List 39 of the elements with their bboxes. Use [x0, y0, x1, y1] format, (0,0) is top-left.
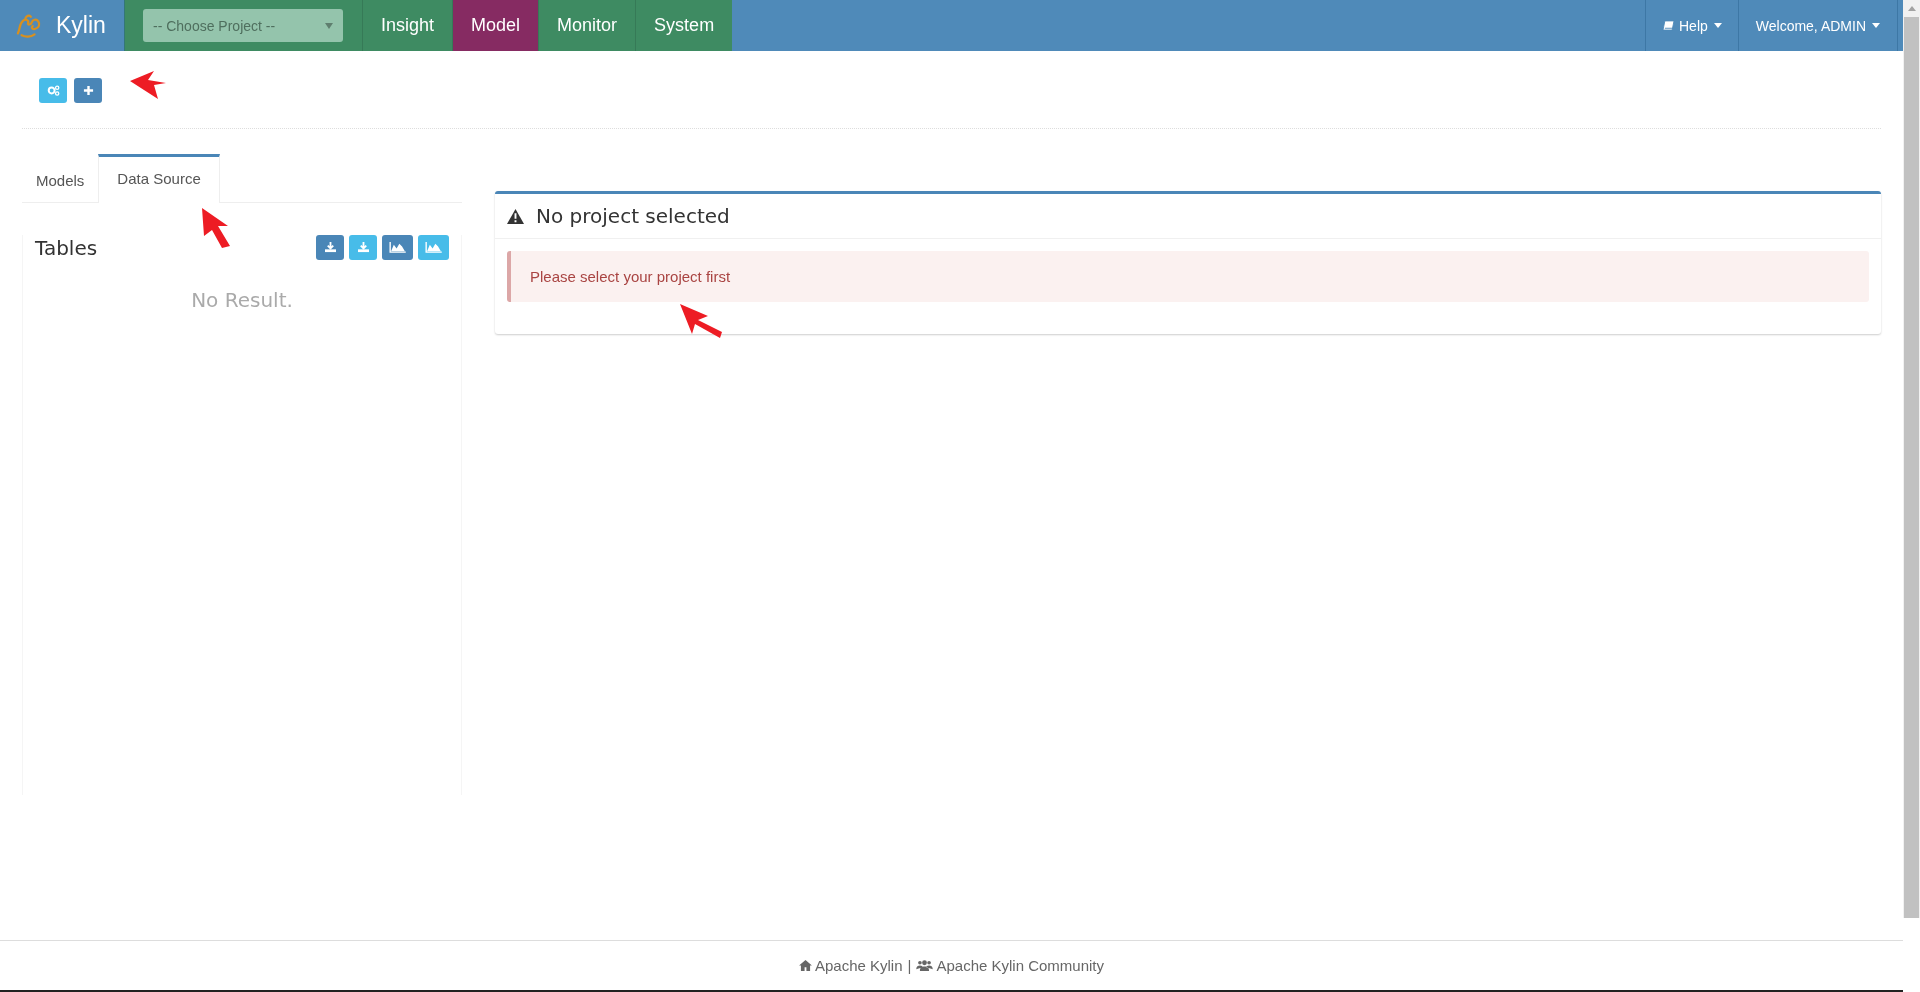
caret-icon: [1872, 23, 1880, 28]
area-chart-icon: [389, 242, 406, 253]
add-button[interactable]: [74, 78, 102, 103]
gears-icon: [46, 85, 60, 96]
home-icon: [798, 960, 812, 971]
annotation-arrow: [680, 304, 722, 338]
empty-message: No Result.: [190, 288, 294, 312]
annotation-arrow: [130, 71, 166, 99]
download-button[interactable]: [349, 235, 377, 260]
community-link[interactable]: Apache Kylin Community: [916, 957, 1104, 974]
panel-tab[interactable]: Data Source: [98, 154, 220, 203]
warning-icon: [507, 208, 524, 224]
download-button[interactable]: [316, 235, 344, 260]
alert-message: Please select your project first: [507, 251, 1869, 302]
notice-title: No project selected: [536, 204, 730, 228]
user-menu[interactable]: Welcome, ADMIN: [1737, 0, 1898, 51]
area-chart-icon: [425, 242, 442, 253]
plus-icon: [82, 85, 94, 96]
book-icon: [1662, 20, 1675, 31]
settings-button[interactable]: [39, 78, 67, 103]
chart-button[interactable]: [382, 235, 413, 260]
nav-tab[interactable]: System: [635, 0, 733, 51]
chart-button[interactable]: [418, 235, 449, 260]
panel-tab[interactable]: Models: [22, 154, 99, 202]
users-icon: [916, 960, 934, 971]
annotation-arrow: [202, 208, 232, 248]
caret-icon: [1713, 23, 1722, 28]
brand-name[interactable]: Kylin: [56, 12, 106, 39]
help-menu[interactable]: Help: [1645, 0, 1738, 51]
nav-tab[interactable]: Insight: [362, 0, 453, 51]
scrollbar[interactable]: [1903, 0, 1920, 918]
project-select[interactable]: -- Choose Project --: [143, 9, 343, 42]
tables-heading: Tables: [35, 235, 98, 260]
download-icon: [356, 242, 370, 253]
footer-separator: |: [907, 957, 912, 974]
nav-tab[interactable]: Model: [452, 0, 539, 51]
nav-tab[interactable]: Monitor: [538, 0, 636, 51]
download-icon: [323, 242, 337, 253]
home-link[interactable]: Apache Kylin: [798, 957, 903, 974]
